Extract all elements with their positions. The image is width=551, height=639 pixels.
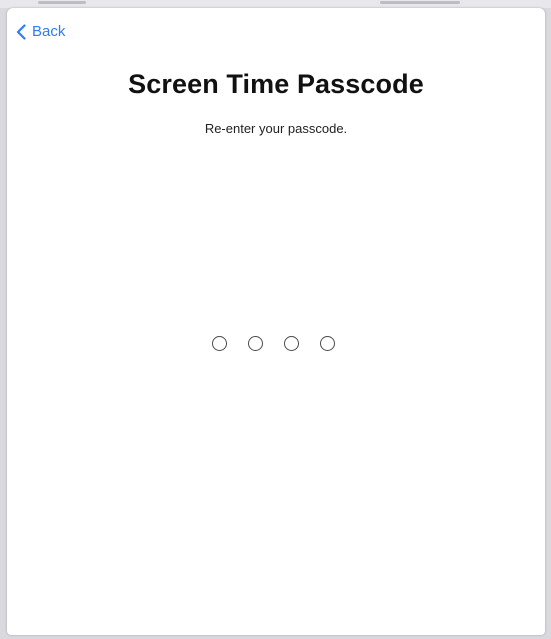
background-ghost-text	[380, 1, 460, 4]
chevron-left-icon	[16, 24, 26, 40]
back-label: Back	[32, 23, 66, 40]
page-title: Screen Time Passcode	[128, 69, 424, 99]
passcode-sheet: Back Screen Time Passcode Re-enter your …	[7, 8, 545, 635]
background-ghost-text	[38, 1, 86, 4]
passcode-dot	[248, 336, 263, 351]
passcode-dots[interactable]	[212, 336, 335, 351]
passcode-dot	[284, 336, 299, 351]
passcode-dot	[212, 336, 227, 351]
passcode-dot	[320, 336, 335, 351]
background-strip	[0, 0, 551, 8]
page-subtitle: Re-enter your passcode.	[204, 121, 348, 136]
back-button[interactable]: Back	[16, 23, 65, 41]
